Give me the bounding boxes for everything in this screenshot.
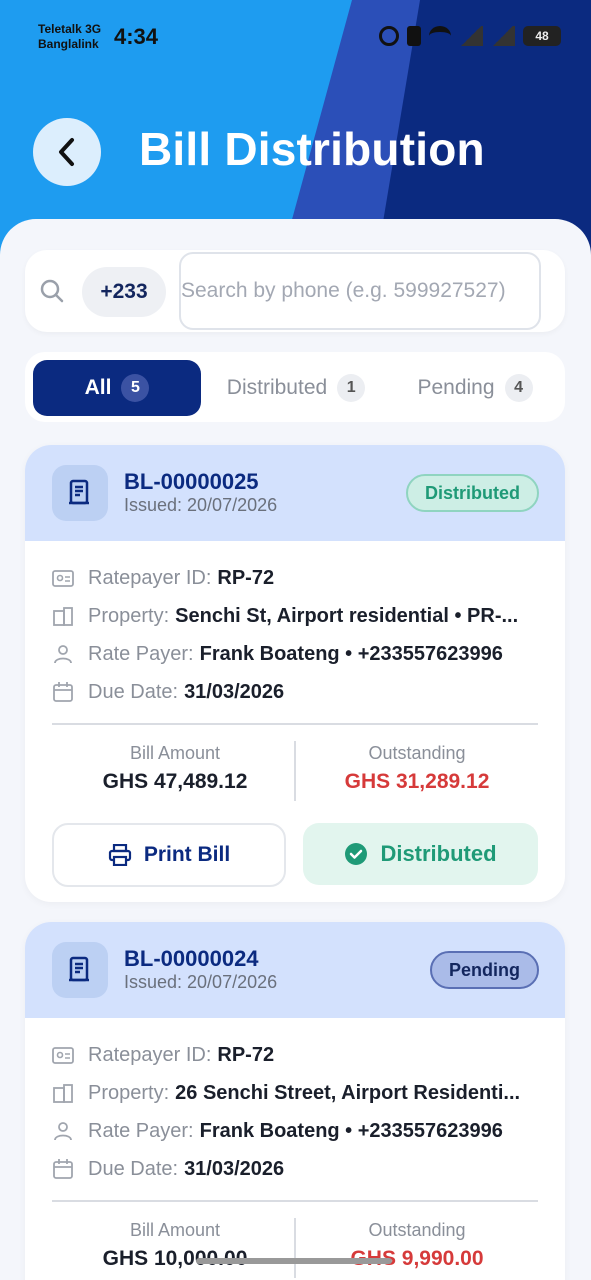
- carrier-2: Banglalink: [38, 37, 99, 51]
- ratepayer-id-value: RP-72: [217, 1043, 275, 1066]
- bill-amount-label: Bill Amount: [129, 1220, 221, 1240]
- distributed-label: Distributed: [380, 841, 497, 866]
- bill-card[interactable]: BL-00000024 Issued: 20/07/2026 Pending R…: [25, 922, 565, 1280]
- rate-payer-value: Frank Boateng • +233557623996: [199, 1119, 503, 1142]
- bill-card-header: BL-00000024 Issued: 20/07/2026 Pending: [25, 922, 565, 1018]
- amounts-section: Bill Amount GHS 10,000.00 Outstanding GH…: [25, 1202, 565, 1280]
- vertical-divider: [294, 741, 296, 801]
- page-title: Bill Distribution: [139, 123, 485, 175]
- calendar-icon: [52, 1158, 88, 1180]
- property-row: Property: Senchi St, Airport residential…: [52, 597, 538, 635]
- tab-label: All: [84, 376, 112, 399]
- outstanding-label: Outstanding: [368, 743, 466, 763]
- ratepayer-id-label: Ratepayer ID:: [88, 566, 212, 589]
- ratepayer-id-row: Ratepayer ID: RP-72: [52, 559, 538, 597]
- id-card-icon: [52, 1045, 88, 1065]
- due-date-label: Due Date:: [88, 1157, 179, 1180]
- phone-search-input[interactable]: [179, 252, 541, 330]
- bill-card[interactable]: BL-00000025 Issued: 20/07/2026 Distribut…: [25, 445, 565, 902]
- distributed-button[interactable]: Distributed: [303, 823, 538, 885]
- chevron-left-icon: [59, 138, 74, 166]
- country-code-selector[interactable]: +233: [82, 267, 166, 317]
- bill-number: BL-00000024: [124, 946, 259, 971]
- vibrate-icon: [407, 26, 421, 46]
- rate-payer-value: Frank Boateng • +233557623996: [199, 642, 503, 665]
- due-date-label: Due Date:: [88, 680, 179, 703]
- tab-label: Distributed: [226, 376, 328, 399]
- home-indicator[interactable]: [196, 1258, 392, 1264]
- bill-amount-label: Bill Amount: [129, 743, 221, 763]
- tab-all[interactable]: All 5: [33, 360, 201, 416]
- calendar-icon: [52, 681, 88, 703]
- ratepayer-id-row: Ratepayer ID: RP-72: [52, 1036, 538, 1074]
- building-icon: [52, 606, 88, 626]
- tab-count: 1: [337, 374, 366, 402]
- card-actions: Print Bill Distributed: [25, 811, 565, 901]
- user-icon: [52, 644, 88, 664]
- id-card-icon: [52, 568, 88, 588]
- bill-amount-value: GHS 47,489.12: [102, 770, 248, 793]
- building-icon: [52, 1083, 88, 1103]
- status-time: 4:34: [114, 24, 159, 49]
- wifi-icon: [429, 26, 451, 46]
- outstanding-label: Outstanding: [368, 1220, 466, 1240]
- printer-icon: [108, 844, 131, 866]
- rate-payer-row: Rate Payer: Frank Boateng • +23355762399…: [52, 1112, 538, 1150]
- issued-date: Issued: 20/07/2026: [124, 972, 278, 992]
- alarm-icon: [379, 26, 399, 46]
- filter-tabs: All 5 Distributed 1 Pending 4: [25, 352, 565, 422]
- tab-count: 4: [504, 374, 533, 402]
- tab-count: 5: [121, 374, 150, 402]
- property-label: Property:: [88, 1081, 170, 1104]
- bill-amount-block: Bill Amount GHS 47,489.12: [55, 743, 295, 794]
- outstanding-block: Outstanding GHS 31,289.12: [297, 743, 537, 794]
- signal-icon-2: [491, 26, 515, 46]
- battery-icon: 48: [523, 26, 561, 46]
- status-icons: 48: [379, 26, 561, 46]
- tab-pending[interactable]: Pending 4: [395, 360, 555, 416]
- due-date-row: Due Date: 31/03/2026: [52, 673, 538, 711]
- rate-payer-label: Rate Payer:: [88, 642, 194, 665]
- search-bar: +233: [25, 250, 565, 332]
- back-button[interactable]: [33, 118, 101, 186]
- receipt-icon: [52, 942, 108, 998]
- bill-card-header: BL-00000025 Issued: 20/07/2026 Distribut…: [25, 445, 565, 541]
- carrier-labels: Teletalk 3G Banglalink: [38, 22, 101, 52]
- ratepayer-id-value: RP-72: [217, 566, 275, 589]
- due-date-row: Due Date: 31/03/2026: [52, 1150, 538, 1188]
- status-badge: Distributed: [405, 474, 539, 512]
- property-value: 26 Senchi Street, Airport Residenti...: [175, 1081, 521, 1104]
- rate-payer-row: Rate Payer: Frank Boateng • +23355762399…: [52, 635, 538, 673]
- tab-distributed[interactable]: Distributed 1: [211, 360, 381, 416]
- amounts-section: Bill Amount GHS 47,489.12 Outstanding GH…: [25, 725, 565, 811]
- bill-number: BL-00000025: [124, 469, 259, 494]
- carrier-1: Teletalk 3G: [38, 22, 102, 36]
- rate-payer-label: Rate Payer:: [88, 1119, 194, 1142]
- search-icon: [40, 279, 64, 303]
- outstanding-value: GHS 31,289.12: [344, 770, 490, 793]
- due-date-value: 31/03/2026: [184, 1157, 285, 1180]
- vertical-divider: [294, 1218, 296, 1278]
- issued-date: Issued: 20/07/2026: [124, 495, 278, 515]
- status-bar: Teletalk 3G Banglalink 4:34 48: [38, 18, 561, 58]
- property-label: Property:: [88, 604, 170, 627]
- due-date-value: 31/03/2026: [184, 680, 285, 703]
- tab-label: Pending: [417, 376, 495, 399]
- print-bill-label: Print Bill: [143, 843, 231, 866]
- receipt-icon: [52, 465, 108, 521]
- property-value: Senchi St, Airport residential • PR-...: [175, 604, 519, 627]
- user-icon: [52, 1121, 88, 1141]
- status-badge: Pending: [430, 951, 539, 989]
- ratepayer-id-label: Ratepayer ID:: [88, 1043, 212, 1066]
- print-bill-button[interactable]: Print Bill: [52, 823, 286, 887]
- signal-icon: [459, 26, 483, 46]
- property-row: Property: 26 Senchi Street, Airport Resi…: [52, 1074, 538, 1112]
- check-circle-icon: [345, 843, 368, 865]
